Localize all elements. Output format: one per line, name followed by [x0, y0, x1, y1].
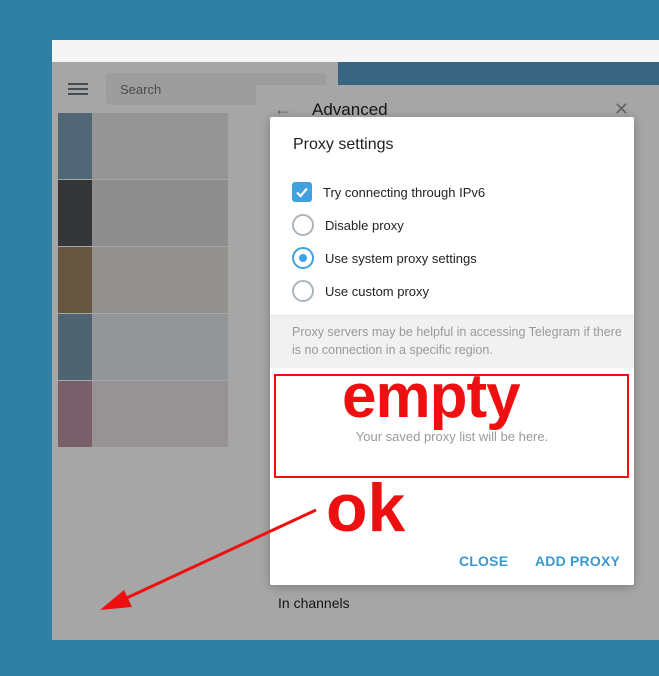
dialog-title: Proxy settings	[293, 136, 394, 153]
disable-proxy-label: Disable proxy	[325, 217, 404, 233]
ipv6-option[interactable]: Try connecting through IPv6	[292, 181, 485, 203]
title-bar	[52, 40, 659, 62]
disable-proxy-radio[interactable]	[292, 214, 314, 236]
add-proxy-button[interactable]: ADD PROXY	[535, 553, 620, 569]
annotation-empty-label: empty	[342, 362, 521, 431]
ipv6-checkbox[interactable]	[292, 182, 312, 202]
proxy-info-text: Proxy servers may be helpful in accessin…	[292, 325, 622, 357]
proxy-info-section: Proxy servers may be helpful in accessin…	[270, 315, 634, 368]
custom-proxy-radio[interactable]	[292, 280, 314, 302]
ipv6-label: Try connecting through IPv6	[323, 184, 486, 200]
disable-proxy-option[interactable]: Disable proxy	[292, 214, 404, 236]
system-proxy-radio[interactable]	[292, 247, 314, 269]
proxy-settings-dialog: Proxy settings Try connecting through IP…	[270, 117, 634, 585]
close-button[interactable]: CLOSE	[459, 553, 508, 569]
system-proxy-label: Use system proxy settings	[325, 250, 477, 266]
custom-proxy-option[interactable]: Use custom proxy	[292, 280, 429, 302]
custom-proxy-label: Use custom proxy	[325, 283, 430, 299]
annotation-ok-label: ok	[326, 470, 406, 546]
checkmark-icon	[296, 187, 308, 198]
system-proxy-option[interactable]: Use system proxy settings	[292, 247, 477, 269]
